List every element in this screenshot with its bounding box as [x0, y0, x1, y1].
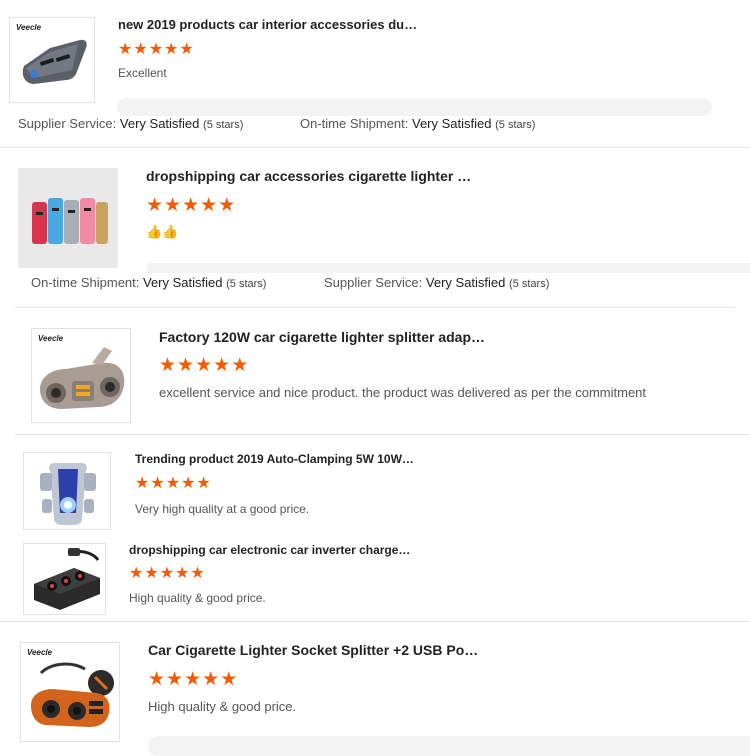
star-icon: ★ — [196, 475, 211, 492]
star-icon: ★ — [118, 41, 133, 58]
service-rating-supplier: Supplier Service: Very Satisfied (5 star… — [18, 116, 244, 131]
lighter-splitter-icon — [40, 347, 125, 409]
rating-stars: ★ ★ ★ ★ ★ — [146, 196, 236, 215]
rating-stars: ★ ★ ★ ★ ★ — [148, 670, 238, 689]
product-thumbnail[interactable] — [23, 543, 106, 615]
product-thumbnail[interactable]: Veecle — [20, 642, 120, 742]
star-icon: ★ — [220, 669, 238, 690]
star-icon: ★ — [146, 195, 164, 216]
rating-stars: ★ ★ ★ ★ ★ — [118, 42, 195, 58]
service-rating-shipment: On-time Shipment: Very Satisfied (5 star… — [31, 275, 267, 290]
inverter-socket-icon — [34, 548, 100, 610]
phone-holder-icon — [40, 463, 96, 525]
star-icon: ★ — [159, 565, 175, 582]
review-comment-emoji: 👍👍 — [146, 224, 179, 239]
review-comment: High quality & good price. — [148, 699, 297, 714]
product-title[interactable]: Trending product 2019 Auto-Clamping 5W 1… — [135, 452, 414, 466]
product-thumbnail[interactable] — [23, 452, 111, 530]
reply-bar — [148, 736, 750, 756]
product-thumbnail[interactable]: Veecle — [9, 17, 95, 103]
star-icon: ★ — [179, 41, 194, 58]
service-rating-supplier: Supplier Service: Very Satisfied (5 star… — [324, 275, 550, 290]
star-icon: ★ — [144, 565, 159, 582]
reply-bar — [146, 263, 750, 273]
star-icon: ★ — [202, 669, 220, 690]
product-title[interactable]: Factory 120W car cigarette lighter split… — [159, 329, 485, 345]
reply-bar — [117, 98, 712, 116]
star-icon: ★ — [164, 41, 179, 58]
review-comment: Very high quality at a good price. — [135, 502, 310, 516]
star-icon: ★ — [148, 41, 164, 58]
product-title[interactable]: new 2019 products car interior accessori… — [118, 17, 417, 32]
product-title[interactable]: dropshipping car electronic car inverter… — [129, 543, 410, 557]
star-icon: ★ — [200, 195, 218, 216]
star-icon: ★ — [182, 195, 200, 216]
review-comment: excellent service and nice product. the … — [159, 385, 647, 400]
star-icon: ★ — [165, 475, 181, 492]
review-comment: High quality & good price. — [129, 591, 266, 605]
colorful-chargers-icon — [18, 168, 118, 268]
service-rating-shipment: On-time Shipment: Very Satisfied (5 star… — [300, 116, 536, 131]
star-icon: ★ — [133, 41, 148, 58]
rating-stars: ★ ★ ★ ★ ★ — [135, 476, 212, 492]
car-charger-icon — [22, 39, 87, 84]
divider — [0, 147, 750, 148]
divider — [0, 621, 750, 622]
star-icon: ★ — [184, 669, 202, 690]
star-icon: ★ — [177, 355, 195, 376]
star-icon: ★ — [195, 355, 213, 376]
product-title[interactable]: dropshipping car accessories cigarette l… — [146, 168, 471, 184]
product-title[interactable]: Car Cigarette Lighter Socket Splitter +2… — [148, 642, 478, 658]
product-thumbnail[interactable]: Veecle — [31, 328, 131, 423]
star-icon: ★ — [164, 195, 182, 216]
star-icon: ★ — [181, 475, 196, 492]
socket-splitter-icon — [31, 662, 114, 727]
star-icon: ★ — [135, 475, 150, 492]
divider — [15, 434, 750, 435]
star-icon: ★ — [175, 565, 190, 582]
star-icon: ★ — [129, 565, 144, 582]
star-icon: ★ — [159, 355, 177, 376]
star-icon: ★ — [213, 355, 231, 376]
star-icon: ★ — [150, 475, 165, 492]
star-icon: ★ — [166, 669, 184, 690]
rating-stars: ★ ★ ★ ★ ★ — [129, 566, 206, 582]
star-icon: ★ — [148, 669, 166, 690]
review-comment: Excellent — [118, 66, 167, 80]
divider — [15, 307, 735, 308]
star-icon: ★ — [190, 565, 205, 582]
star-icon: ★ — [218, 195, 236, 216]
star-icon: ★ — [231, 355, 249, 376]
rating-stars: ★ ★ ★ ★ ★ — [159, 356, 249, 375]
product-thumbnail[interactable] — [18, 168, 118, 268]
